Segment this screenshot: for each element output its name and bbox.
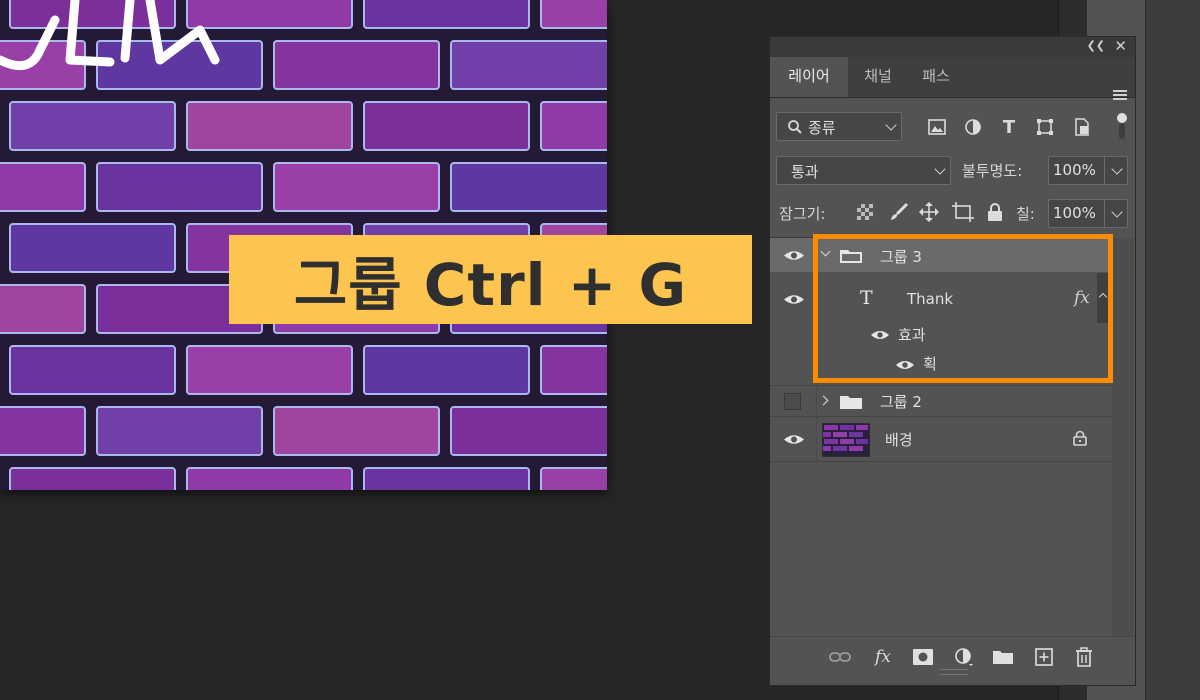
- panel-menu-icon[interactable]: [1113, 90, 1127, 100]
- expand-chevron-icon[interactable]: [818, 395, 829, 406]
- folder-icon: [840, 250, 862, 263]
- opacity-value: 100%: [1053, 161, 1096, 179]
- stroke-effect-label[interactable]: 획: [923, 353, 937, 374]
- opacity-dropdown-button[interactable]: [1104, 157, 1127, 184]
- shortcut-banner: 그룹 Ctrl + G: [229, 235, 752, 324]
- chevron-down-icon: [885, 119, 897, 131]
- eye-icon[interactable]: [783, 293, 805, 306]
- delete-layer-icon[interactable]: [1072, 645, 1096, 669]
- tab-channels[interactable]: 채널: [849, 57, 907, 97]
- effects-label[interactable]: 효과: [898, 324, 926, 345]
- expand-chevron-icon[interactable]: [820, 246, 831, 257]
- layer-name[interactable]: 그룹 3: [880, 246, 922, 267]
- close-panel-icon[interactable]: ✕: [1114, 37, 1127, 55]
- filter-kind-label: 종류: [808, 119, 836, 137]
- fill-label: 칠:: [1016, 205, 1035, 223]
- lock-all-icon[interactable]: [986, 202, 1004, 222]
- lock-label: 잠그기:: [779, 205, 826, 223]
- add-layer-style-icon[interactable]: fx: [871, 645, 895, 669]
- filter-pixel-icon[interactable]: [926, 116, 948, 138]
- lock-icon: [1073, 430, 1087, 446]
- layers-scrollbar[interactable]: [1112, 238, 1134, 636]
- tab-paths[interactable]: 패스: [907, 57, 965, 97]
- search-icon: [788, 120, 802, 134]
- layer-row-group-3[interactable]: 그룹 3: [770, 238, 1111, 272]
- opacity-label: 불투명도:: [962, 162, 1023, 180]
- panel-tabs: 레이어 채널 패스: [770, 57, 1135, 100]
- layer-thumbnail: [822, 423, 870, 457]
- add-mask-icon[interactable]: [911, 645, 935, 669]
- layer-row-thank[interactable]: T Thank fx 효과 획: [770, 273, 1111, 384]
- lock-artboard-icon[interactable]: [952, 202, 974, 222]
- new-layer-icon[interactable]: [1032, 645, 1056, 669]
- layers-panel: ❮❮ ✕ 레이어 채널 패스 종류 T 통과 불투명도: 100% 잠그기: 칠…: [769, 36, 1136, 686]
- eye-icon[interactable]: [783, 249, 805, 262]
- tab-layers[interactable]: 레이어: [770, 57, 848, 97]
- filter-kind-select[interactable]: 종류: [776, 112, 902, 141]
- lock-brush-icon[interactable]: [889, 202, 909, 222]
- visibility-toggle[interactable]: [784, 393, 801, 410]
- eye-icon[interactable]: [783, 433, 805, 446]
- lock-move-icon[interactable]: [919, 202, 939, 222]
- filter-toggle[interactable]: [1117, 113, 1127, 143]
- layer-name[interactable]: 그룹 2: [880, 391, 922, 412]
- link-layers-icon[interactable]: [828, 645, 852, 669]
- layer-row-group-2[interactable]: 그룹 2: [770, 385, 1111, 417]
- opacity-field[interactable]: 100%: [1048, 156, 1128, 185]
- shortcut-banner-text: 그룹 Ctrl + G: [293, 250, 688, 319]
- blend-mode-value: 통과: [791, 163, 819, 181]
- new-group-icon[interactable]: [991, 645, 1015, 669]
- fill-dropdown-button[interactable]: [1104, 200, 1127, 227]
- filter-type-icon[interactable]: T: [998, 116, 1020, 138]
- type-layer-icon: T: [860, 287, 873, 309]
- chevron-down-icon: [934, 163, 946, 175]
- eye-icon[interactable]: [895, 359, 915, 371]
- lock-transparent-icon[interactable]: [857, 204, 873, 220]
- filter-smart-object-icon[interactable]: [1071, 116, 1093, 138]
- filter-adjustment-icon[interactable]: [962, 116, 984, 138]
- filter-shape-icon[interactable]: [1034, 116, 1056, 138]
- fx-badge[interactable]: fx: [1074, 288, 1090, 308]
- blend-mode-select[interactable]: 통과: [776, 156, 951, 185]
- fill-value: 100%: [1053, 204, 1096, 222]
- layer-name[interactable]: 배경: [885, 429, 913, 450]
- panel-dock-edge: [1145, 0, 1200, 700]
- collapse-panel-icon[interactable]: ❮❮: [1087, 39, 1105, 52]
- layer-name[interactable]: Thank: [907, 290, 953, 308]
- collapse-effects-button[interactable]: [1097, 273, 1109, 323]
- new-adjustment-layer-icon[interactable]: [952, 645, 976, 669]
- layer-row-background[interactable]: 배경: [770, 417, 1111, 462]
- resize-grip[interactable]: [940, 669, 968, 675]
- fill-field[interactable]: 100%: [1048, 199, 1128, 228]
- eye-icon[interactable]: [870, 329, 890, 341]
- panel-title-bar[interactable]: ❮❮ ✕: [770, 37, 1135, 57]
- folder-icon: [840, 396, 862, 409]
- layers-panel-footer: fx: [770, 636, 1135, 677]
